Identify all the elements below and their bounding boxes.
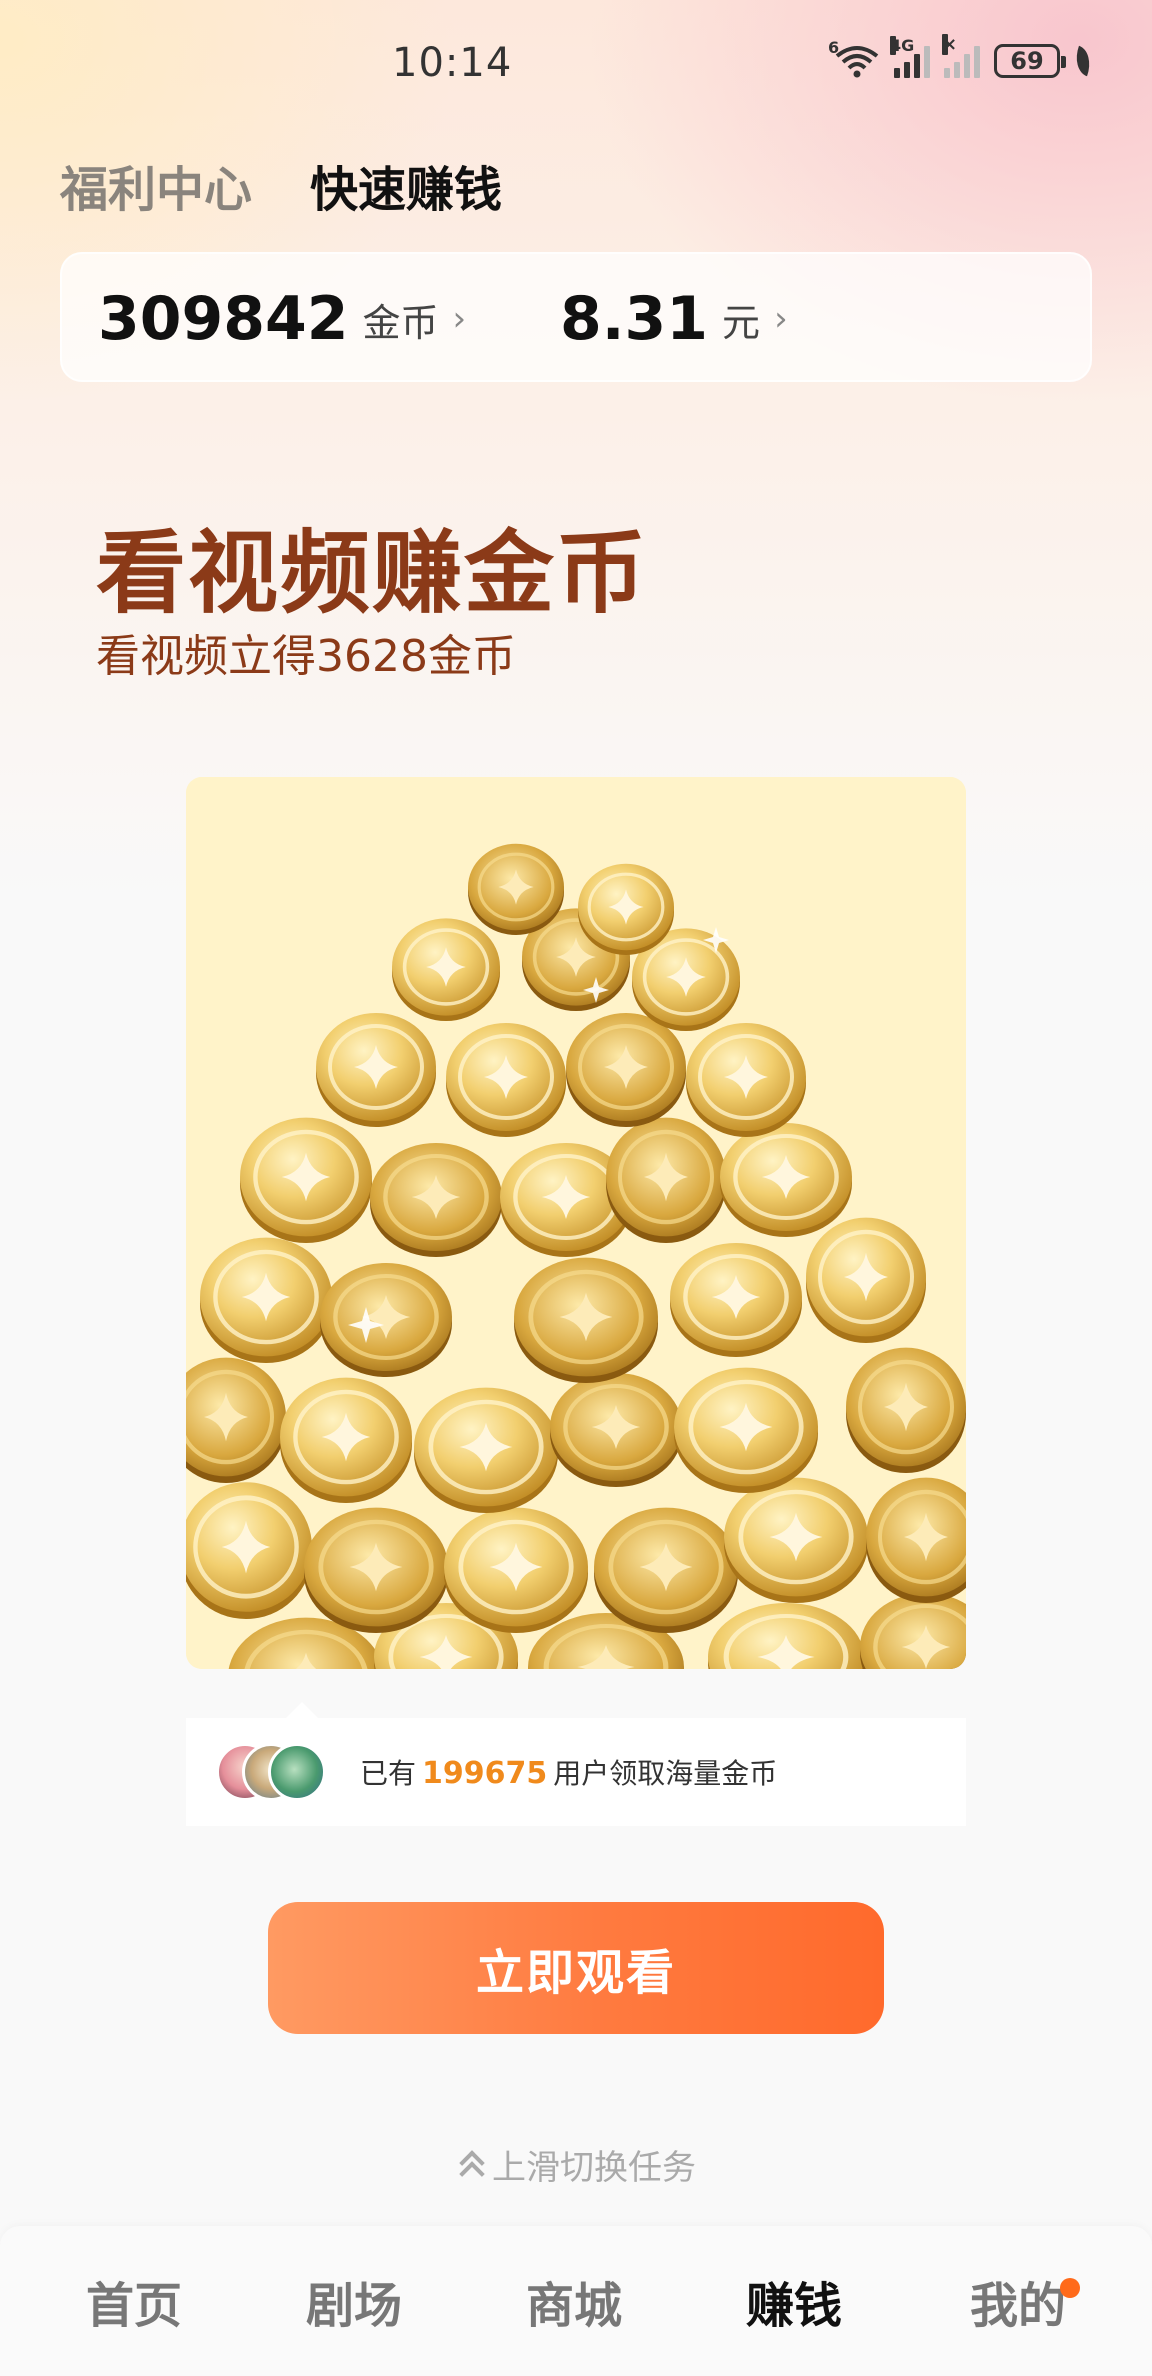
signal-4g-icon: 4G (890, 36, 930, 78)
notification-dot (1060, 2278, 1080, 2298)
swipe-hint-label: 上滑切换任务 (492, 2148, 696, 2188)
header-gradient-background (0, 0, 1152, 900)
nav-mine[interactable]: 我的 (918, 2226, 1118, 2376)
users-count: 199675 (422, 1756, 548, 1791)
chevron-right-icon: › (774, 299, 788, 339)
wifi-icon: 6 (828, 38, 880, 78)
wifi-badge: 6 (828, 38, 840, 57)
chevron-right-icon: › (452, 299, 467, 339)
tab-quick-earn[interactable]: 快速赚钱 (310, 150, 502, 220)
watch-now-button[interactable]: 立即观看 (268, 1902, 884, 2034)
status-bar: 10:14 6 4G × 69 (0, 0, 1152, 135)
signal-no-service-icon: × (942, 34, 980, 78)
nav-earn[interactable]: 赚钱 (694, 2226, 894, 2376)
coins-unit: 金币 (362, 300, 439, 345)
coins-value: 309842 (98, 284, 349, 354)
tab-welfare-center[interactable]: 福利中心 (60, 150, 252, 220)
cash-unit: 元 (722, 300, 761, 345)
gold-coins-image (186, 777, 966, 1669)
hero-title: 看视频赚金币 (96, 521, 648, 626)
cash-value: 8.31 (560, 284, 709, 354)
nav-home[interactable]: 首页 (34, 2226, 234, 2376)
balance-card: 309842 金币 › 8.31 元 › (60, 252, 1092, 382)
swipe-up-hint[interactable]: 上滑切换任务 (0, 2140, 1152, 2189)
nav-theater[interactable]: 剧场 (254, 2226, 454, 2376)
leaf-icon (1070, 45, 1096, 77)
users-suffix: 用户领取海量金币 (553, 1757, 778, 1790)
avatar-group (216, 1743, 332, 1801)
users-claimed-bar: 已有 199675 用户领取海量金币 (186, 1702, 966, 1826)
double-chevron-up-icon (456, 2150, 486, 2180)
users-prefix: 已有 (360, 1757, 417, 1790)
hero-subtitle: 看视频立得3628金币 (96, 631, 516, 682)
users-claimed-text: 已有 199675 用户领取海量金币 (360, 1752, 777, 1792)
nav-mall[interactable]: 商城 (474, 2226, 674, 2376)
status-time: 10:14 (392, 40, 513, 86)
avatar (268, 1743, 326, 1801)
top-tabs: 福利中心 快速赚钱 (60, 150, 502, 220)
status-icons: 6 4G × 69 (828, 34, 1096, 78)
network-label: 4G (890, 36, 915, 55)
bottom-navigation: 首页 剧场 商城 赚钱 我的 (0, 2226, 1152, 2376)
coins-balance[interactable]: 309842 金币 › (98, 254, 466, 384)
cash-balance[interactable]: 8.31 元 › (560, 254, 788, 384)
battery-level: 69 (1010, 47, 1044, 75)
battery-icon: 69 (994, 44, 1066, 78)
